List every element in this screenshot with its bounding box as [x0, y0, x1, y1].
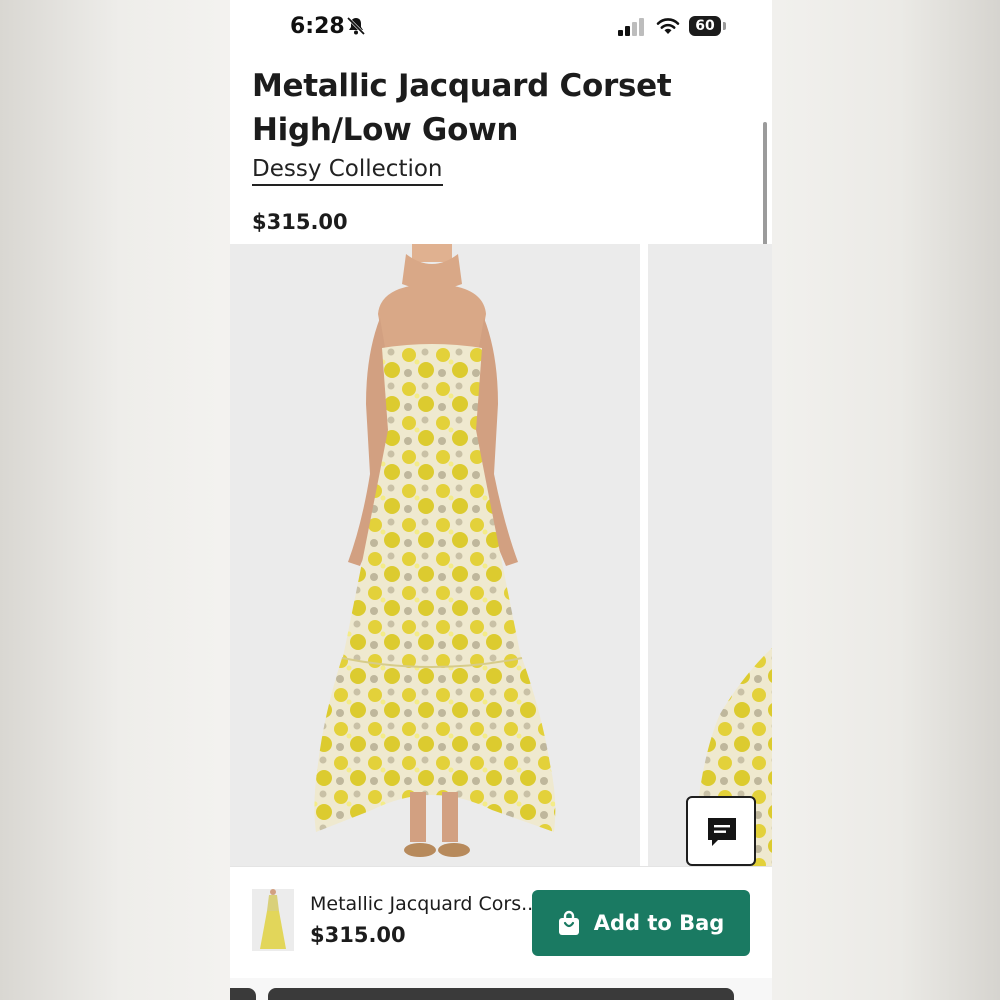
product-page: 6:28 60 Metallic Jacquard Corset High/Lo… — [230, 0, 772, 1000]
sticky-add-to-bag-bar: Metallic Jacquard Cors... $315.00 Add to… — [230, 866, 772, 979]
bar-product-name: Metallic Jacquard Cors... — [310, 893, 540, 915]
bottom-tab-left[interactable] — [230, 988, 256, 1000]
battery-icon: 60 — [689, 16, 721, 36]
brand-link[interactable]: Dessy Collection — [252, 156, 443, 186]
add-to-bag-label: Add to Bag — [593, 911, 725, 935]
gown-photo — [230, 244, 640, 866]
status-time: 6:28 — [290, 14, 345, 39]
bag-icon — [558, 910, 579, 935]
wifi-icon — [656, 18, 680, 34]
bar-product-price: $315.00 — [310, 923, 406, 947]
battery-tip — [723, 22, 726, 30]
bottom-tab-right[interactable] — [268, 988, 734, 1000]
gown-photo-partial — [648, 244, 772, 866]
add-to-bag-button[interactable]: Add to Bag — [532, 890, 750, 956]
bell-off-icon — [346, 16, 366, 36]
product-image-main[interactable] — [230, 244, 640, 866]
product-image-next[interactable] — [648, 244, 772, 866]
chat-button[interactable] — [686, 796, 756, 866]
signal-icon — [618, 18, 644, 36]
product-image-carousel[interactable] — [230, 244, 772, 866]
product-thumbnail — [252, 889, 294, 951]
product-title: Metallic Jacquard Corset High/Low Gown — [252, 68, 672, 148]
chat-icon — [708, 818, 736, 846]
product-price: $315.00 — [252, 210, 348, 234]
